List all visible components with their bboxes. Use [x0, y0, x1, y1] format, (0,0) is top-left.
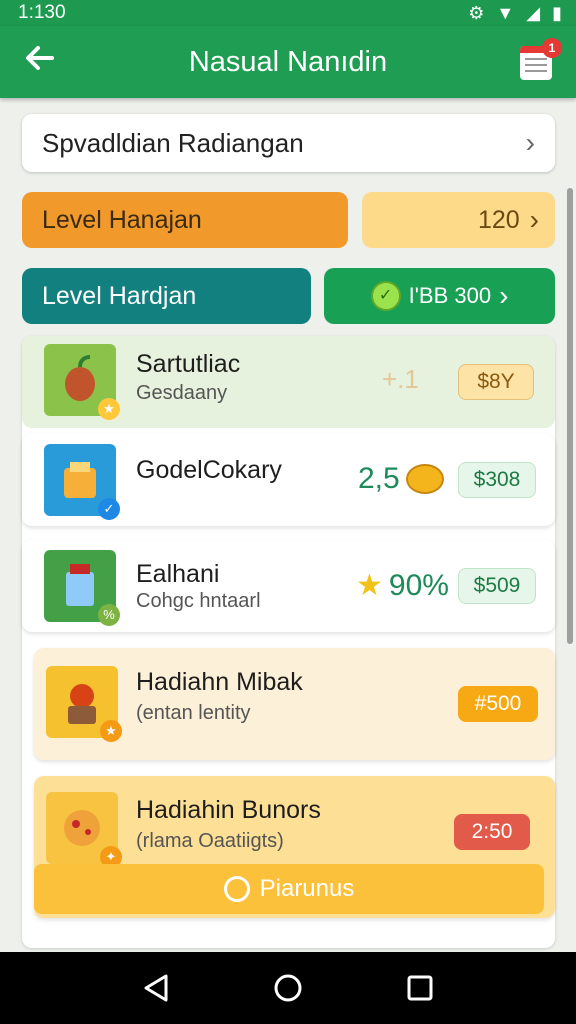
status-time: 1:130	[18, 2, 66, 23]
badge-icon: ✓	[98, 498, 120, 520]
level-button-1[interactable]: Level Hanajan	[22, 192, 348, 248]
milk-carton-icon: %	[44, 550, 120, 626]
recents-nav-icon[interactable]	[400, 968, 440, 1008]
level-label-2: Level Hardjan	[42, 281, 197, 310]
chevron-right-icon: ›	[529, 204, 539, 235]
item-subtitle: Gesdaany	[136, 382, 228, 404]
status-bar: 1:130 ⚙ ▼ ◢ ▮	[0, 0, 576, 26]
item-title: Sartutliac	[136, 350, 241, 378]
item-subtitle: (entan lentity	[136, 702, 251, 724]
chevron-right-icon: ›	[499, 280, 509, 311]
back-arrow-icon[interactable]	[18, 40, 62, 84]
leaf-icon	[223, 876, 250, 902]
badge-icon: ★	[100, 720, 122, 742]
main-content: Spvadldian Radiangan › Level Hanajan 120…	[0, 98, 576, 952]
app-bar: Nasual Nanıdin 1	[0, 26, 576, 98]
battery-icon: ▮	[552, 3, 562, 23]
pepper-icon: ★	[44, 344, 120, 420]
coin-icon	[405, 464, 444, 494]
system-nav-bar	[0, 952, 576, 1024]
character-icon: ★	[46, 666, 122, 742]
price-badge[interactable]: 2:50	[454, 814, 530, 850]
level-button-2[interactable]: Level Hardjan	[22, 268, 311, 324]
item-title: Ealhani	[136, 560, 220, 588]
level-value-button-2[interactable]: ✓ I'BB 300 ›	[324, 268, 555, 324]
page-title: Nasual Nanıdin	[188, 45, 388, 78]
item-subtitle: Cohgc hntaarl	[136, 590, 261, 612]
settings-icon: ⚙	[468, 3, 485, 23]
list-item[interactable]: ★ Hadiahn Mibak (entan lentity #500	[34, 648, 555, 760]
list-item[interactable]: ✓ GodelCokary 2,5 $308	[22, 434, 555, 526]
chevron-right-icon: ›	[525, 127, 535, 158]
signal-icon: ◢	[526, 3, 541, 23]
category-selector[interactable]: Spvadldian Radiangan ›	[22, 114, 555, 172]
badge-icon: ★	[98, 398, 120, 420]
level-row-1: Level Hanajan 120 ›	[22, 192, 555, 248]
item-stat-group: 2,5	[358, 462, 444, 496]
coin-icon: ✓	[370, 281, 401, 311]
item-subtitle: (rlama Oaatiigts)	[136, 830, 284, 852]
price-badge[interactable]: $509	[458, 568, 536, 604]
item-stat-group: ★ 90%	[356, 568, 449, 603]
level-value-2: I'BB 300	[408, 283, 492, 308]
price-badge[interactable]: $8Y	[458, 364, 534, 400]
level-value-button-1[interactable]: 120 ›	[362, 192, 555, 248]
list-item[interactable]: ★ Sartutliac Gesdaany +.1 $8Y	[22, 336, 555, 428]
item-title: Hadiahin Bunors	[136, 796, 321, 824]
notification-badge: 1	[542, 38, 562, 58]
price-badge[interactable]: #500	[458, 686, 538, 722]
list-item[interactable]: % Ealhani Cohgc hntaarl ★ 90% $509	[22, 540, 555, 632]
category-label: Spvadldian Radiangan	[42, 127, 304, 158]
premium-button[interactable]: Piarunus	[34, 864, 544, 914]
reward-list: ★ Sartutliac Gesdaany +.1 $8Y ✓ GodelCok…	[22, 336, 555, 948]
item-stat: 90%	[388, 568, 449, 602]
badge-icon: %	[98, 604, 120, 626]
level-label-1: Level Hanajan	[42, 205, 202, 234]
wifi-icon: ▼	[496, 3, 515, 23]
list-item[interactable]: ✦ Hadiahin Bunors (rlama Oaatiigts) 2:50…	[34, 776, 555, 918]
premium-label: Piarunus	[259, 875, 355, 902]
level-row-2: Level Hardjan ✓ I'BB 300 ›	[22, 268, 555, 324]
toaster-icon: ✓	[44, 444, 120, 520]
item-title: GodelCokary	[136, 456, 282, 484]
star-icon: ★	[356, 569, 383, 602]
item-title: Hadiahn Mibak	[136, 668, 303, 696]
item-stat: +.1	[382, 364, 419, 394]
status-icons: ⚙ ▼ ◢ ▮	[468, 4, 562, 22]
cookie-icon: ✦	[46, 792, 122, 868]
scrollbar[interactable]	[567, 188, 573, 644]
item-stat: 2,5	[358, 462, 400, 495]
level-value-1: 120	[477, 205, 520, 234]
home-nav-icon[interactable]	[268, 968, 308, 1008]
notification-button[interactable]: 1	[516, 38, 562, 82]
back-nav-icon[interactable]	[136, 968, 176, 1008]
price-badge[interactable]: $308	[458, 462, 536, 498]
